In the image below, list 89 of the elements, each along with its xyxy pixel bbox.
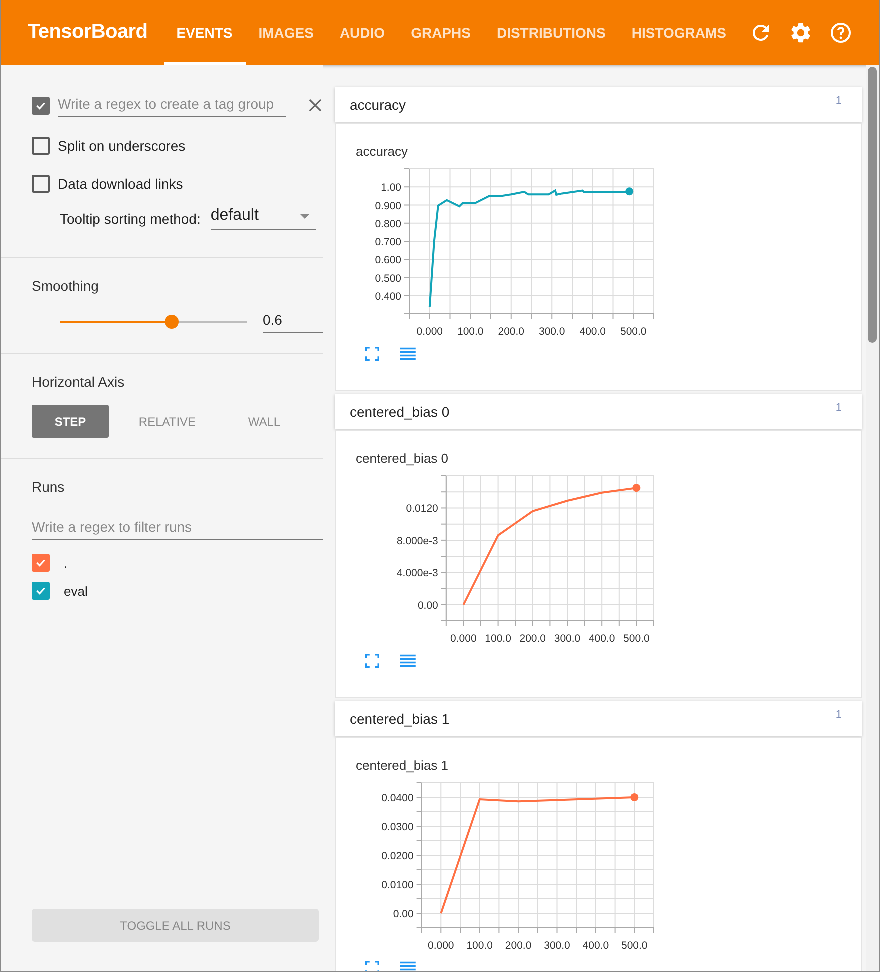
chart-title: centered_bias 1 xyxy=(356,758,450,773)
lines-icon[interactable] xyxy=(399,961,417,971)
lines-icon[interactable] xyxy=(399,654,417,668)
tick-label: 4.000e-3 xyxy=(396,568,438,580)
tick-label: 500.0 xyxy=(624,633,650,645)
data-point xyxy=(630,794,639,802)
tick-label: 200.0 xyxy=(498,326,525,338)
card-title: accuracy xyxy=(350,96,406,112)
tick-label: 0.000 xyxy=(428,940,454,952)
tick-label: 0.00 xyxy=(393,908,414,920)
nav-tab[interactable]: HISTOGRAMS xyxy=(618,0,740,65)
tag-group-field[interactable]: Write a regex to create a tag group xyxy=(58,94,286,117)
tick-label: 0.0300 xyxy=(382,822,414,834)
tick-label: 0.500 xyxy=(375,272,402,285)
item-count: 1 xyxy=(836,94,842,106)
tick-label: 0.700 xyxy=(375,236,402,248)
card-title: centered_bias 0 xyxy=(350,404,450,420)
tick-label: 0.900 xyxy=(375,200,402,212)
tick-label: 100.0 xyxy=(457,326,484,338)
axis-option-button[interactable]: WALL xyxy=(226,405,303,438)
tick-label: 300.0 xyxy=(554,633,581,645)
tick-label: 0.00 xyxy=(418,600,438,612)
tick-label: 0.0200 xyxy=(382,850,414,862)
nav-tab[interactable]: IMAGES xyxy=(246,0,327,65)
card-header[interactable]: accuracy 1 xyxy=(335,87,862,122)
tick-label: 1.00 xyxy=(381,182,402,194)
close-icon[interactable] xyxy=(308,98,323,113)
section-title: Horizontal Axis xyxy=(32,374,126,390)
toggle-runs-button[interactable]: TOGGLE ALL RUNS xyxy=(32,909,319,942)
fullscreen-icon[interactable] xyxy=(365,347,380,361)
nav-tab[interactable]: DISTRIBUTIONS xyxy=(484,0,619,65)
card-title: centered_bias 1 xyxy=(350,710,450,726)
tick-label: 200.0 xyxy=(520,633,546,645)
section-title: Smoothing xyxy=(32,278,100,294)
run-label: eval xyxy=(64,584,88,598)
tick-label: 0.800 xyxy=(375,218,402,230)
lines-icon[interactable] xyxy=(399,347,417,361)
option-label: Data download links xyxy=(58,176,184,192)
data-point xyxy=(632,484,641,492)
tick-label: 0.0100 xyxy=(382,880,414,892)
tick-label: 100.0 xyxy=(485,633,512,645)
app-title: TensorBoard xyxy=(28,21,148,44)
data-point xyxy=(626,188,634,196)
tick-label: 8.000e-3 xyxy=(396,535,438,548)
nav-tab[interactable]: AUDIO xyxy=(326,0,398,65)
fullscreen-icon[interactable] xyxy=(365,961,380,971)
run-checkbox[interactable] xyxy=(32,582,50,600)
slider-thumb[interactable] xyxy=(165,314,180,328)
card-header[interactable]: centered_bias 1 1 xyxy=(335,701,862,736)
tick-label: 0.000 xyxy=(450,633,477,645)
tick-label: 100.0 xyxy=(466,940,493,952)
help-icon[interactable] xyxy=(829,20,853,44)
caret-icon xyxy=(300,214,310,218)
checkbox[interactable] xyxy=(32,96,50,114)
tick-label: 200.0 xyxy=(505,940,532,952)
card-header[interactable]: centered_bias 0 1 xyxy=(335,394,862,429)
tick-label: 300.0 xyxy=(538,326,566,338)
tick-label: 500.0 xyxy=(622,940,648,952)
item-count: 1 xyxy=(836,402,842,414)
tick-label: 0.400 xyxy=(375,290,402,303)
checkbox[interactable] xyxy=(32,137,50,155)
smoothing-field[interactable]: 0.6 xyxy=(263,310,323,333)
tick-label: 400.0 xyxy=(588,633,616,645)
tick-label: 0.0400 xyxy=(382,792,414,804)
tick-label: 400.0 xyxy=(582,940,610,952)
nav-tab[interactable]: GRAPHS xyxy=(398,0,484,65)
checkbox[interactable] xyxy=(32,175,50,193)
run-filter-field[interactable]: Write a regex to filter runs xyxy=(32,517,323,540)
sorting-dropdown[interactable]: default xyxy=(210,207,316,230)
item-count: 1 xyxy=(836,708,842,720)
scrollbar-thumb[interactable] xyxy=(868,67,877,343)
tick-label: 500.0 xyxy=(620,326,647,338)
section-title: Runs xyxy=(32,479,66,495)
settings-icon[interactable] xyxy=(789,20,813,44)
axis-option-button[interactable]: STEP xyxy=(32,405,109,438)
tick-label: 0.0120 xyxy=(406,503,438,516)
chart-title: centered_bias 0 xyxy=(356,451,450,466)
scrollbar[interactable] xyxy=(866,65,879,971)
option-label: Split on underscores xyxy=(58,138,186,154)
run-label: . xyxy=(64,556,68,570)
axis-option-button[interactable]: RELATIVE xyxy=(129,405,206,438)
tooltip-sorting-label: Tooltip sorting method: xyxy=(60,210,201,226)
tick-label: 0.000 xyxy=(416,326,444,338)
fullscreen-icon[interactable] xyxy=(365,654,380,668)
tick-label: 0.600 xyxy=(375,254,402,267)
tick-label: 400.0 xyxy=(580,326,606,338)
chart-title: accuracy xyxy=(356,144,410,159)
tick-label: 300.0 xyxy=(544,940,570,952)
run-checkbox[interactable] xyxy=(32,554,50,572)
